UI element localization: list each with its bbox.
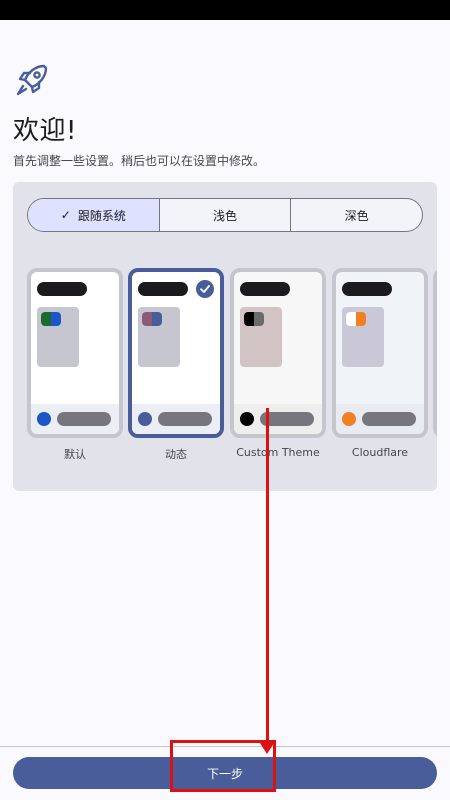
mode-option-label: 浅色 bbox=[213, 208, 238, 223]
color-chip bbox=[244, 312, 264, 326]
theme-card[interactable] bbox=[433, 268, 437, 438]
accent-dot bbox=[138, 412, 152, 426]
mode-option-label: 深色 bbox=[344, 208, 369, 223]
theme-list[interactable]: 默认 动态 Custom Theme Cloudflare bbox=[13, 268, 437, 468]
preview-block bbox=[240, 307, 282, 367]
preview-top-bar bbox=[138, 282, 188, 296]
check-icon: ✓ bbox=[60, 208, 71, 222]
preview-top-bar bbox=[240, 282, 290, 296]
rocket-icon bbox=[16, 64, 48, 96]
preview-bottom-strip bbox=[31, 404, 119, 434]
check-circle-icon bbox=[196, 280, 214, 298]
mode-option-label: 跟随系统 bbox=[77, 208, 126, 223]
theme-card[interactable] bbox=[332, 268, 428, 438]
theme-option-custom[interactable]: Custom Theme bbox=[230, 268, 326, 459]
preview-block bbox=[342, 307, 384, 367]
theme-card[interactable] bbox=[27, 268, 123, 438]
theme-card[interactable] bbox=[230, 268, 326, 438]
theme-card[interactable] bbox=[128, 268, 224, 438]
preview-top-bar bbox=[37, 282, 87, 296]
theme-label: Cloudflare bbox=[351, 446, 409, 459]
page-title: 欢迎! bbox=[13, 116, 77, 146]
annotation-arrow-line bbox=[266, 408, 269, 750]
page-subtitle: 首先调整一些设置。稍后也可以在设置中修改。 bbox=[13, 154, 266, 168]
theme-option-partial[interactable] bbox=[433, 268, 437, 438]
preview-block bbox=[138, 307, 180, 367]
preview-pill bbox=[158, 412, 212, 426]
accent-dot bbox=[37, 412, 51, 426]
preview-block bbox=[37, 307, 79, 367]
mode-option-system[interactable]: ✓ 跟随系统 bbox=[28, 199, 159, 231]
accent-dot bbox=[240, 412, 254, 426]
theme-option-default[interactable]: 默认 bbox=[27, 268, 123, 461]
accent-dot bbox=[342, 412, 356, 426]
annotation-highlight-box bbox=[170, 740, 276, 792]
preview-bottom-strip bbox=[132, 404, 220, 434]
theme-label: Custom Theme bbox=[236, 446, 320, 459]
theme-panel: ✓ 跟随系统 浅色 深色 默认 动态 Custom Theme Cloudfla… bbox=[13, 182, 437, 491]
theme-mode-selector: ✓ 跟随系统 浅色 深色 bbox=[27, 198, 423, 232]
status-bar bbox=[0, 0, 450, 20]
preview-pill bbox=[57, 412, 111, 426]
preview-pill bbox=[362, 412, 416, 426]
theme-option-dynamic[interactable]: 动态 bbox=[128, 268, 224, 461]
theme-label: 动态 bbox=[165, 448, 187, 461]
mode-option-light[interactable]: 浅色 bbox=[158, 199, 291, 231]
color-chip bbox=[142, 312, 162, 326]
theme-label: 默认 bbox=[64, 448, 86, 461]
theme-option-cloudflare[interactable]: Cloudflare bbox=[332, 268, 428, 459]
mode-option-dark[interactable]: 深色 bbox=[290, 199, 422, 231]
preview-bottom-strip bbox=[336, 404, 424, 434]
color-chip bbox=[346, 312, 366, 326]
preview-top-bar bbox=[342, 282, 392, 296]
preview-bottom-strip bbox=[234, 404, 322, 434]
color-chip bbox=[41, 312, 61, 326]
